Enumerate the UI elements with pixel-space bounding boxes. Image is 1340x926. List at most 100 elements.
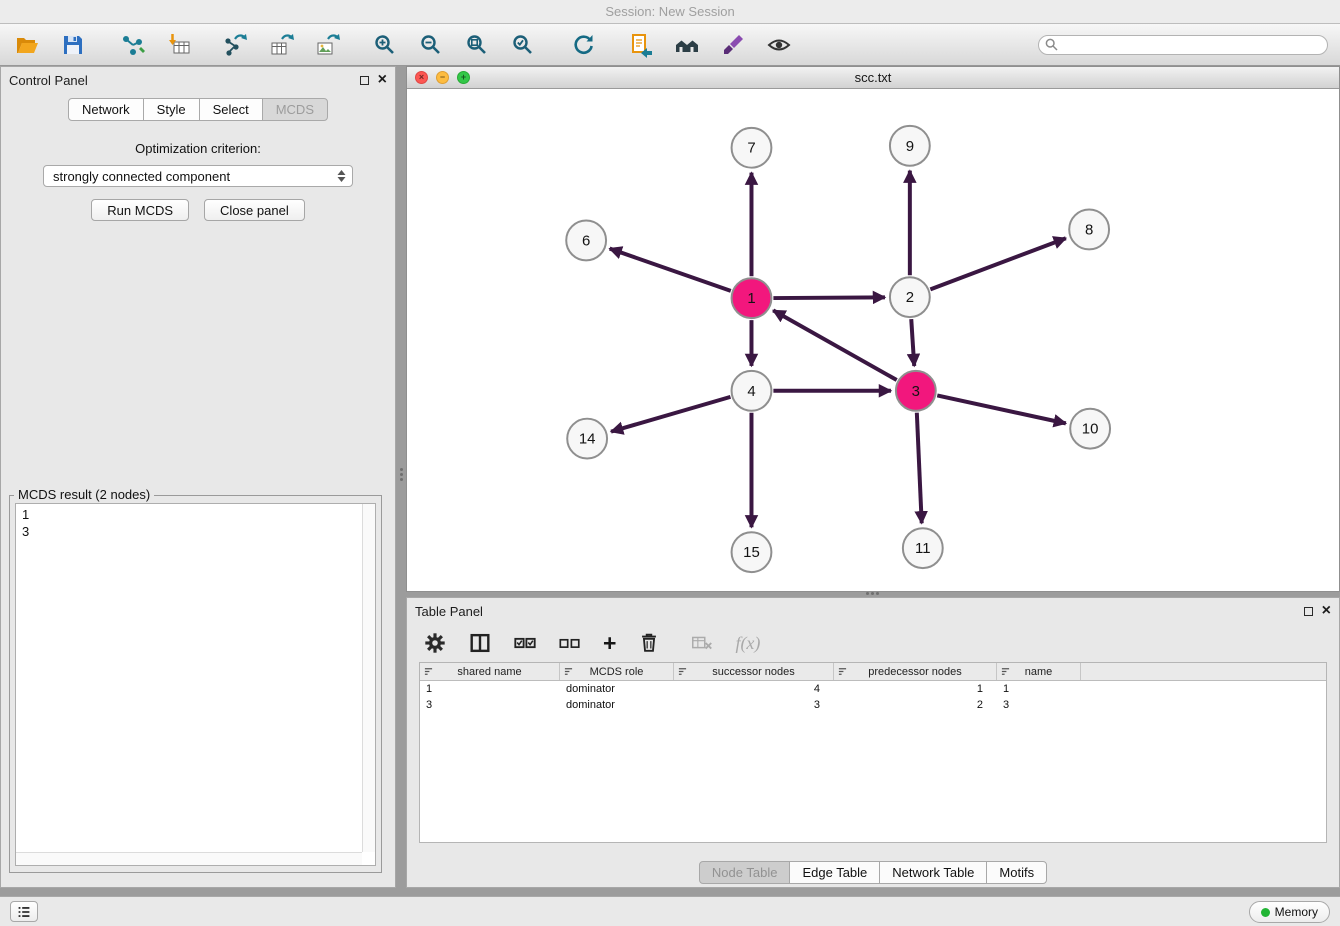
run-mcds-button[interactable]: Run MCDS	[91, 199, 189, 221]
deselect-all-icon[interactable]	[558, 630, 582, 656]
column-header[interactable]: MCDS role	[560, 663, 674, 680]
node-table: shared nameMCDS rolesuccessor nodesprede…	[419, 662, 1327, 843]
window-zoom-icon[interactable]: +	[457, 71, 470, 84]
graph-node-label-11: 11	[915, 540, 931, 557]
table-cell[interactable]: 4	[674, 681, 834, 697]
table-cell[interactable]: 1	[834, 681, 997, 697]
graph-edge-4-14[interactable]	[611, 397, 730, 432]
show-hide-icon[interactable]	[764, 30, 794, 60]
gear-icon[interactable]	[423, 630, 447, 656]
table-cell[interactable]: 3	[674, 697, 834, 713]
zoom-out-icon[interactable]	[416, 30, 446, 60]
add-row-icon[interactable]: +	[603, 630, 616, 656]
refresh-layout-icon[interactable]	[568, 30, 598, 60]
graph-edge-3-1[interactable]	[773, 310, 897, 380]
table-panel-header: Table Panel ×	[407, 598, 1339, 624]
network-window-titlebar[interactable]: × − + scc.txt	[407, 67, 1339, 89]
tab-network[interactable]: Network	[68, 98, 144, 121]
graph-edge-2-8[interactable]	[930, 238, 1065, 289]
import-network-icon[interactable]	[118, 30, 148, 60]
task-history-button[interactable]	[10, 901, 38, 922]
graph-node-label-7: 7	[747, 140, 755, 157]
import-table-icon[interactable]	[164, 30, 194, 60]
result-vertical-scrollbar[interactable]	[362, 504, 375, 852]
graph-node-label-4: 4	[747, 383, 755, 400]
table-row[interactable]: 3dominator323	[420, 697, 1326, 713]
table-header-row: shared nameMCDS rolesuccessor nodesprede…	[420, 663, 1326, 681]
export-network-icon[interactable]	[220, 30, 250, 60]
result-horizontal-scrollbar[interactable]	[16, 852, 362, 865]
graph-node-label-14: 14	[579, 431, 596, 448]
close-panel-button[interactable]: Close panel	[204, 199, 305, 221]
graph-edge-2-3[interactable]	[911, 319, 914, 366]
tab-network-table[interactable]: Network Table	[879, 861, 987, 884]
select-all-icon[interactable]	[513, 630, 537, 656]
table-cell[interactable]: 3	[420, 697, 560, 713]
graph-edge-1-6[interactable]	[610, 249, 731, 291]
table-cell[interactable]: 1	[420, 681, 560, 697]
search-input[interactable]	[1062, 37, 1321, 53]
column-icon[interactable]	[468, 630, 492, 656]
close-table-panel-icon[interactable]: ×	[1322, 605, 1331, 617]
list-icon	[15, 903, 33, 921]
tab-mcds[interactable]: MCDS	[262, 98, 328, 121]
control-panel-title: Control Panel	[9, 73, 88, 88]
column-header[interactable]: shared name	[420, 663, 560, 680]
zoom-selected-icon[interactable]	[508, 30, 538, 60]
float-panel-icon[interactable]	[360, 76, 369, 85]
table-cell[interactable]: 1	[997, 681, 1081, 697]
column-header[interactable]: successor nodes	[674, 663, 834, 680]
sort-icon	[424, 667, 433, 676]
table-cell[interactable]: 2	[834, 697, 997, 713]
sort-icon	[838, 667, 847, 676]
delete-table-icon[interactable]	[690, 630, 714, 656]
search-field[interactable]	[1038, 35, 1328, 55]
tab-motifs[interactable]: Motifs	[986, 861, 1047, 884]
tab-edge-table[interactable]: Edge Table	[789, 861, 880, 884]
first-neighbors-icon[interactable]	[672, 30, 702, 60]
window-minimize-icon[interactable]: −	[436, 71, 449, 84]
criterion-dropdown[interactable]: strongly connected component	[43, 165, 353, 187]
float-table-panel-icon[interactable]	[1304, 607, 1313, 616]
tab-style[interactable]: Style	[143, 98, 200, 121]
export-table-icon[interactable]	[266, 30, 296, 60]
table-panel-title: Table Panel	[415, 604, 483, 619]
column-header[interactable]: name	[997, 663, 1081, 680]
sort-icon	[564, 667, 573, 676]
graph-node-label-9: 9	[906, 138, 914, 155]
window-title: Session: New Session	[605, 4, 734, 19]
mcds-result-list: 13	[16, 504, 361, 851]
vertical-splitter-handle[interactable]	[398, 462, 405, 486]
share-document-icon[interactable]	[626, 30, 656, 60]
sort-icon	[1001, 667, 1010, 676]
graph-edge-3-10[interactable]	[937, 395, 1066, 423]
paint-style-icon[interactable]	[718, 30, 748, 60]
horizontal-splitter-handle[interactable]	[860, 591, 884, 596]
column-header[interactable]: predecessor nodes	[834, 663, 997, 680]
table-cell[interactable]: dominator	[560, 697, 674, 713]
table-panel: Table Panel × +	[406, 597, 1340, 888]
network-view-window: × − + scc.txt 7968124314101511	[406, 66, 1340, 592]
zoom-in-icon[interactable]	[370, 30, 400, 60]
zoom-fit-icon[interactable]	[462, 30, 492, 60]
delete-row-icon[interactable]	[637, 630, 661, 656]
mcds-result-box[interactable]: 13	[15, 503, 376, 866]
application-window: Session: New Session	[0, 0, 1340, 926]
window-close-icon[interactable]: ×	[415, 71, 428, 84]
close-panel-icon[interactable]: ×	[378, 74, 387, 86]
memory-button[interactable]: Memory	[1249, 901, 1330, 923]
tab-node-table[interactable]: Node Table	[699, 861, 791, 884]
table-row[interactable]: 1dominator411	[420, 681, 1326, 697]
export-image-icon[interactable]	[312, 30, 342, 60]
criterion-dropdown-value: strongly connected component	[53, 169, 230, 184]
graph-edge-1-2[interactable]	[773, 297, 885, 298]
table-cell[interactable]: 3	[997, 697, 1081, 713]
save-session-icon[interactable]	[58, 30, 88, 60]
network-graph[interactable]: 7968124314101511	[407, 90, 1339, 591]
table-cell[interactable]: dominator	[560, 681, 674, 697]
function-builder-icon[interactable]: f(x)	[735, 630, 760, 656]
graph-edge-3-11[interactable]	[917, 413, 922, 524]
open-file-icon[interactable]	[12, 30, 42, 60]
tab-select[interactable]: Select	[199, 98, 263, 121]
network-canvas[interactable]: 7968124314101511	[407, 90, 1339, 591]
